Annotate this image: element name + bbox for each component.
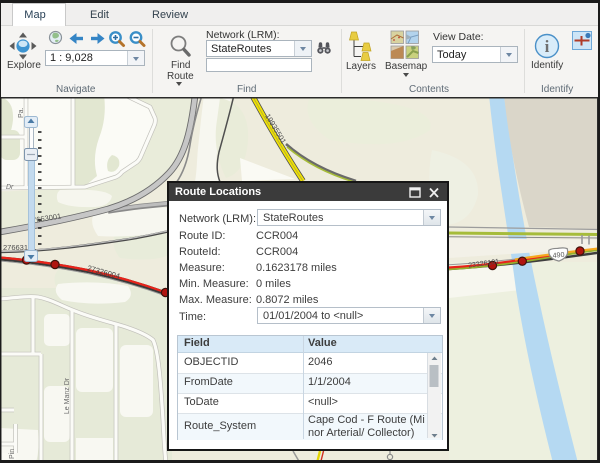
svg-text:Pa.: Pa. bbox=[18, 107, 25, 118]
svg-text:490: 490 bbox=[552, 251, 565, 260]
svg-text:i: i bbox=[545, 37, 550, 56]
svg-text:Le Manz Dr: Le Manz Dr bbox=[64, 377, 71, 414]
svg-text:Dr: Dr bbox=[6, 184, 14, 191]
svg-text:Pin: Pin bbox=[9, 449, 16, 459]
